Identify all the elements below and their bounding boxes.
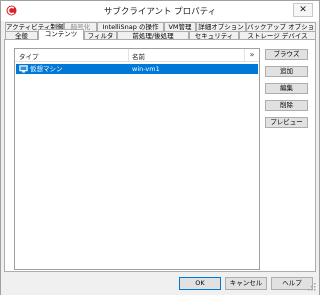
tab-vm-management[interactable]: VM管理: [164, 22, 196, 31]
column-header-name[interactable]: 名前: [132, 51, 145, 61]
browse-button[interactable]: ブラウズ: [265, 49, 308, 60]
column-divider[interactable]: [128, 49, 129, 61]
title-bar[interactable]: サブクライアント プロパティ ✕: [1, 1, 319, 21]
ok-button[interactable]: OK: [179, 277, 221, 290]
list-header: タイプ 名前 »: [15, 49, 259, 62]
cancel-button[interactable]: キャンセル: [225, 277, 267, 290]
tab-content[interactable]: コンテンツ: [38, 29, 84, 40]
add-button[interactable]: 追加: [265, 66, 308, 77]
subclient-properties-dialog: サブクライアント プロパティ ✕ アクティビティ制御 暗号化 IntelliSn…: [0, 0, 320, 295]
window-title: サブクライアント プロパティ: [103, 7, 217, 17]
resize-grip-icon[interactable]: [307, 282, 317, 292]
column-chooser-icon[interactable]: »: [246, 50, 258, 61]
preview-button[interactable]: プレビュー: [265, 117, 308, 128]
edit-button[interactable]: 編集: [265, 83, 308, 94]
close-button[interactable]: ✕: [293, 3, 313, 17]
tab-backup-options[interactable]: バックアップ オプション: [246, 22, 316, 31]
row-name-cell: win-vm1: [132, 65, 160, 73]
content-list[interactable]: タイプ 名前 » 仮想マシン win-vm1: [14, 48, 260, 270]
row-type-cell: 仮想マシン: [30, 65, 63, 73]
virtual-machine-icon: [19, 65, 28, 73]
list-row-selected[interactable]: 仮想マシン win-vm1: [16, 64, 258, 74]
close-icon: ✕: [299, 5, 307, 15]
delete-button[interactable]: 削除: [265, 100, 308, 111]
column-header-type[interactable]: タイプ: [19, 51, 39, 61]
column-divider[interactable]: [244, 49, 245, 61]
dialog-footer: OK キャンセル ヘルプ: [1, 272, 319, 295]
tab-intellisnap-operations[interactable]: IntelliSnap の操作: [97, 22, 164, 31]
tab-advanced-options[interactable]: 詳細オプション: [196, 22, 246, 31]
tab-strip: アクティビティ制御 暗号化 IntelliSnap の操作 VM管理 詳細オプシ…: [1, 21, 319, 40]
